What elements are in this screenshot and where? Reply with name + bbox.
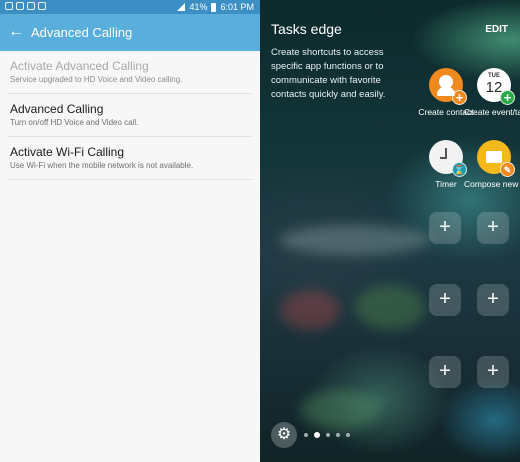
timer-icon: ⌛	[429, 140, 467, 177]
settings-gear-icon[interactable]: ⚙	[271, 422, 297, 448]
clock-hand	[440, 157, 447, 159]
back-arrow-icon[interactable]: ←	[6, 21, 26, 43]
battery-icon	[211, 2, 217, 12]
panel-description: Create shortcuts to access specific app …	[271, 47, 386, 100]
setting-wifi-calling[interactable]: Activate Wi-Fi Calling Use Wi-Fi when th…	[8, 137, 252, 180]
setting-title: Advanced Calling	[10, 102, 104, 116]
add-shortcut-button[interactable]: +	[477, 356, 509, 388]
contact-icon: +	[429, 68, 467, 105]
edit-badge-icon: ✎	[500, 162, 515, 177]
message-icon: ✎	[477, 140, 515, 177]
notification-icon	[16, 2, 24, 10]
background-blur	[280, 225, 430, 255]
tile-create-contact[interactable]: + Create contact	[418, 68, 474, 117]
settings-list: Activate Advanced Calling Service upgrad…	[0, 51, 260, 180]
hourglass-badge-icon: ⌛	[452, 162, 467, 177]
page-indicator[interactable]	[304, 432, 350, 438]
status-bar: 41% 6:01 PM	[0, 0, 260, 14]
signal-icon	[177, 3, 186, 11]
envelope-icon	[486, 151, 502, 163]
background-blur	[280, 290, 340, 330]
add-shortcut-button[interactable]: +	[429, 356, 461, 388]
page-title: Advanced Calling	[31, 25, 133, 40]
plus-badge-icon: +	[452, 90, 467, 105]
calendar-icon: TUE 12 +	[477, 68, 515, 105]
panel-title: Tasks edge	[271, 21, 342, 37]
add-shortcut-button[interactable]: +	[429, 212, 461, 244]
setting-advanced-calling[interactable]: Advanced Calling Turn on/off HD Voice an…	[8, 94, 252, 137]
add-shortcut-button[interactable]: +	[477, 212, 509, 244]
background-blur	[300, 390, 380, 430]
setting-title: Activate Wi-Fi Calling	[10, 145, 125, 159]
notification-icon	[38, 2, 46, 10]
setting-subtitle: Service upgraded to HD Voice and Video c…	[10, 75, 183, 84]
add-shortcut-button[interactable]: +	[477, 284, 509, 316]
tile-compose-message[interactable]: ✎ Compose new mess...	[464, 140, 520, 189]
status-right: 41% 6:01 PM	[177, 2, 254, 12]
page-dot[interactable]	[326, 433, 330, 437]
setting-subtitle: Turn on/off HD Voice and Video call.	[10, 118, 139, 127]
tasks-edge-panel: Tasks edge EDIT Create shortcuts to acce…	[260, 0, 520, 462]
clock: 6:01 PM	[220, 2, 254, 12]
setting-subtitle: Use Wi-Fi when the mobile network is not…	[10, 161, 194, 170]
notification-icon	[27, 2, 35, 10]
page-dot[interactable]	[336, 433, 340, 437]
edit-button[interactable]: EDIT	[485, 24, 508, 35]
tile-timer[interactable]: ⌛ Timer	[426, 140, 467, 189]
tile-create-event[interactable]: TUE 12 + Create event/task	[464, 68, 520, 117]
app-bar: ← Advanced Calling	[0, 14, 260, 51]
tile-label: Compose new mess...	[464, 179, 520, 189]
page-dot[interactable]	[346, 433, 350, 437]
advanced-calling-screen: 41% 6:01 PM ← Advanced Calling Activate …	[0, 0, 260, 462]
add-shortcut-button[interactable]: +	[429, 284, 461, 316]
page-dot-active[interactable]	[314, 432, 320, 438]
notification-icons	[5, 2, 46, 10]
background-blur	[355, 285, 425, 330]
page-dot[interactable]	[304, 433, 308, 437]
tile-label: Create event/task	[464, 107, 520, 117]
battery-percent: 41%	[189, 2, 208, 12]
plus-badge-icon: +	[500, 90, 515, 105]
setting-activate-advanced-calling[interactable]: Activate Advanced Calling Service upgrad…	[8, 51, 252, 94]
notification-icon	[5, 2, 13, 10]
setting-title: Activate Advanced Calling	[10, 59, 149, 73]
